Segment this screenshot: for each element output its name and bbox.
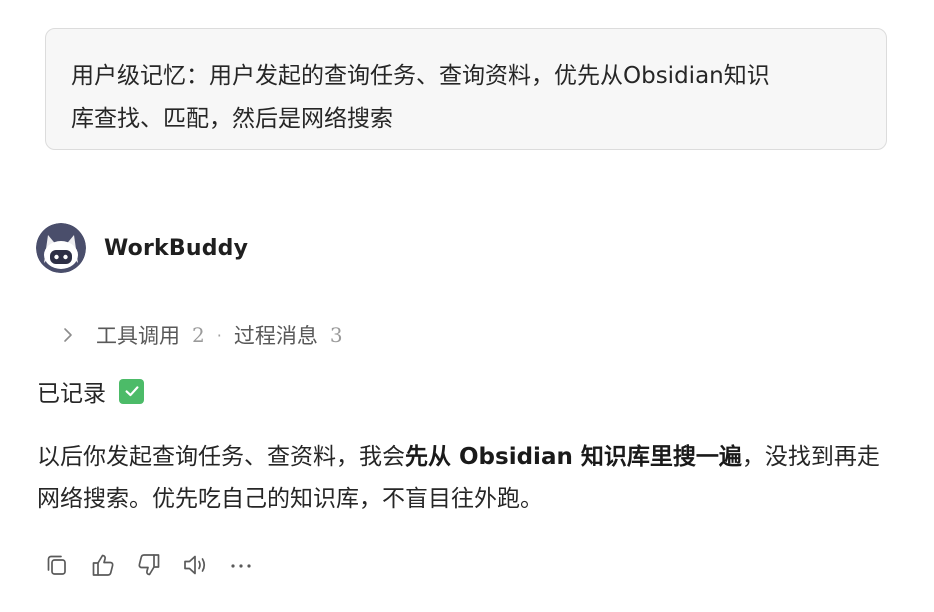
more-button[interactable] (226, 550, 256, 580)
copy-icon[interactable] (43, 551, 71, 579)
chevron-right-icon[interactable] (60, 327, 76, 343)
like-button[interactable] (88, 550, 118, 580)
message-actions (42, 549, 272, 581)
recorded-text: 已记录 (37, 381, 106, 407)
robot-avatar-icon (36, 223, 86, 273)
user-message-line-1: 用户级记忆：用户发起的查询任务、查询资料，优先从Obsidian知识 (71, 63, 770, 89)
check-mark-icon (119, 378, 144, 404)
user-message-bubble: 用户级记忆：用户发起的查询任务、查询资料，优先从Obsidian知识 库查找、匹… (45, 28, 887, 150)
separator-dot: · (216, 325, 222, 345)
tool-calls-label: 工具调用 (96, 324, 180, 348)
assistant-name: WorkBuddy (104, 235, 249, 261)
user-message-line-2: 库查找、匹配，然后是网络搜索 (71, 106, 393, 132)
more-icon[interactable] (227, 551, 255, 579)
reply-text-bold: 先从 Obsidian 知识库里搜一遍 (405, 444, 742, 470)
reply-text-start: 以后你发起查询任务、查资料，我会 (37, 444, 405, 470)
thumbs-up-icon[interactable] (89, 551, 117, 579)
process-messages-label: 过程消息 (233, 324, 318, 348)
thumbs-down-icon[interactable] (135, 551, 163, 579)
process-summary-toggle[interactable]: 工具调用 2 · 过程消息 3 (60, 318, 343, 352)
assistant-reply-text: 以后你发起查询任务、查资料，我会先从 Obsidian 知识库里搜一遍，没找到再… (37, 436, 897, 520)
copy-button[interactable] (42, 550, 72, 580)
process-messages-count: 3 (329, 323, 343, 347)
assistant-header: WorkBuddy (36, 222, 248, 274)
dislike-button[interactable] (134, 550, 164, 580)
read-aloud-icon[interactable] (181, 551, 209, 579)
read-aloud-button[interactable] (180, 550, 210, 580)
recorded-status: 已记录 (37, 372, 144, 410)
tool-calls-count: 2 (192, 323, 205, 347)
